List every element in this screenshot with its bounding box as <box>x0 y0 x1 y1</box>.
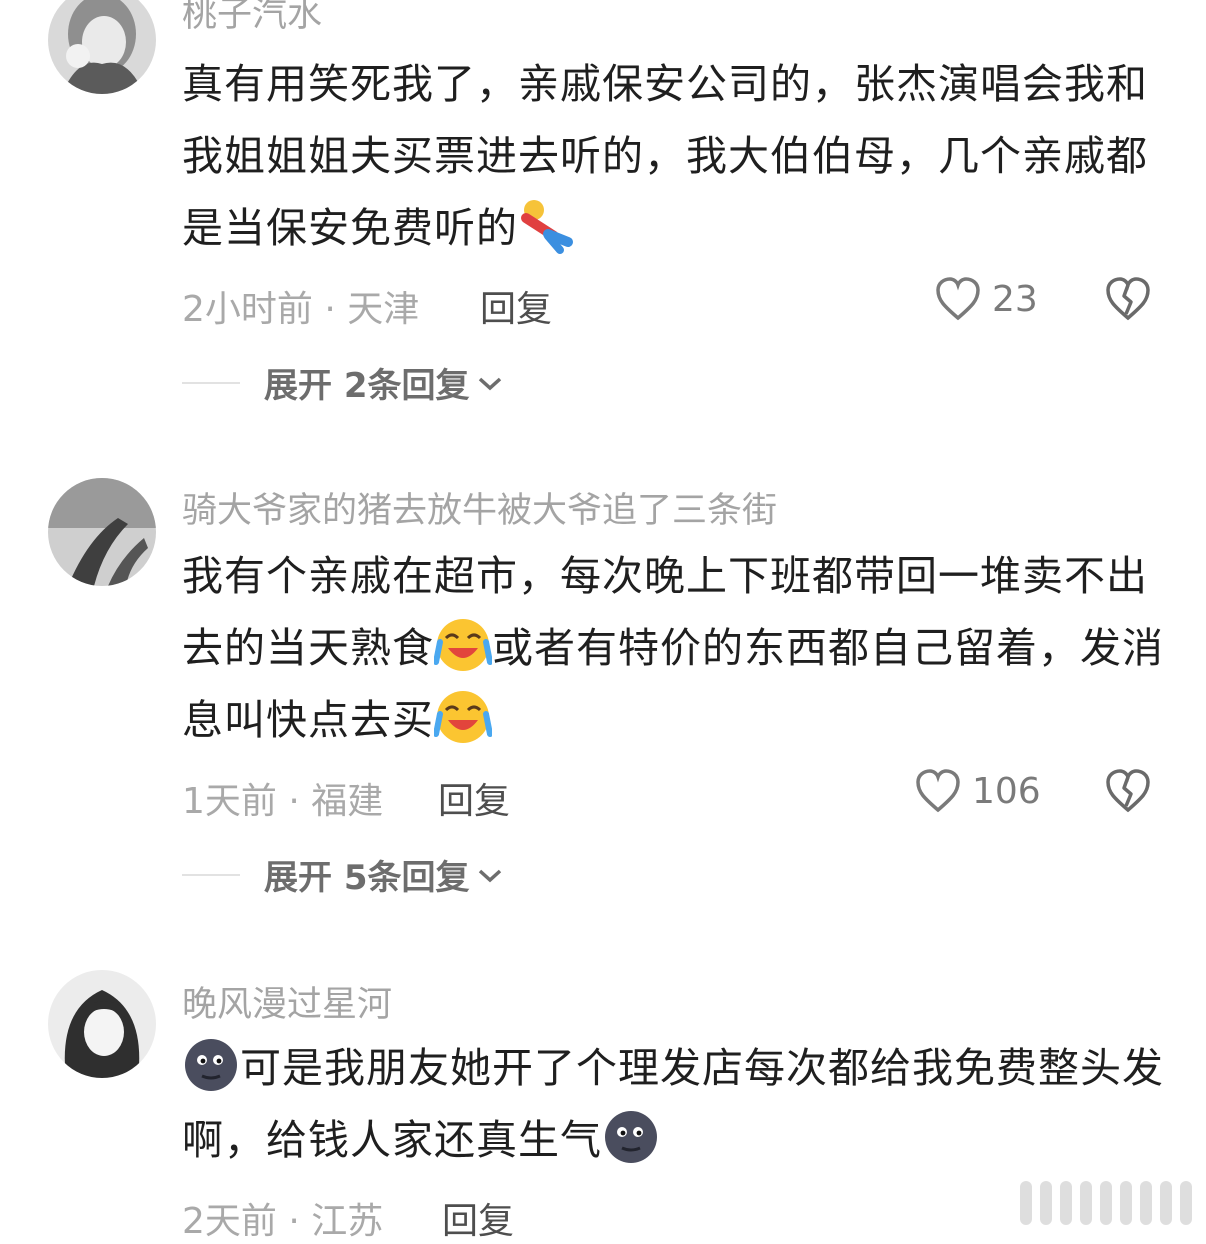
username[interactable]: 骑大爷家的猪去放牛被大爷追了三条街 <box>182 482 777 533</box>
avatar[interactable] <box>48 478 156 586</box>
comment-text: 真有用笑死我了，亲戚保安公司的，张杰演唱会我和我姐姐姐夫买票进去听的，我大伯伯母… <box>182 60 1148 254</box>
expand-replies-label: 展开 5条回复 <box>264 858 470 898</box>
crying-laughing-emoji <box>433 688 493 746</box>
broken-heart-icon <box>1106 769 1150 813</box>
divider <box>182 381 240 384</box>
avatar[interactable] <box>48 970 156 1078</box>
like-button[interactable]: 23 <box>934 276 1038 322</box>
username[interactable]: 桃子汽水 <box>182 0 322 37</box>
dislike-button[interactable] <box>1104 276 1152 326</box>
comment-time-location: 1天前 · 福建 <box>182 781 384 822</box>
heart-icon <box>936 277 980 321</box>
dark-moon-face-emoji <box>182 1036 240 1094</box>
lying-figure-emoji <box>518 196 576 254</box>
expand-replies-button[interactable]: 展开 5条回复 <box>182 850 504 899</box>
watermark <box>1020 1181 1192 1225</box>
comment-time-location: 2天前 · 江苏 <box>182 1201 384 1242</box>
expand-replies-button[interactable]: 展开 2条回复 <box>182 358 504 407</box>
divider <box>182 873 240 876</box>
crying-laughing-emoji <box>433 616 493 674</box>
chevron-down-icon <box>478 869 501 882</box>
username[interactable]: 晚风漫过星河 <box>182 976 392 1027</box>
comment-text: 可是我朋友她开了个理发店每次都给我免费整头发啊，给钱人家还真生气 <box>182 1032 1167 1176</box>
comment-time-location: 2小时前 · 天津 <box>182 289 420 330</box>
like-count: 23 <box>992 278 1038 320</box>
like-count: 106 <box>972 770 1041 812</box>
comment-text: 我有个亲戚在超市，每次晚上下班都带回一堆卖不出去的当天熟食 或者有特价的东西都自己… <box>182 552 1164 746</box>
dislike-button[interactable] <box>1104 768 1152 818</box>
dark-moon-face-emoji <box>602 1108 660 1166</box>
reply-button[interactable]: 回复 <box>438 772 510 824</box>
expand-replies-label: 展开 2条回复 <box>264 366 470 406</box>
avatar[interactable] <box>48 0 156 94</box>
heart-icon <box>916 769 960 813</box>
chevron-down-icon <box>478 377 501 390</box>
reply-button[interactable]: 回复 <box>480 280 552 332</box>
broken-heart-icon <box>1106 277 1150 321</box>
like-button[interactable]: 106 <box>914 768 1041 814</box>
reply-button[interactable]: 回复 <box>442 1192 514 1244</box>
